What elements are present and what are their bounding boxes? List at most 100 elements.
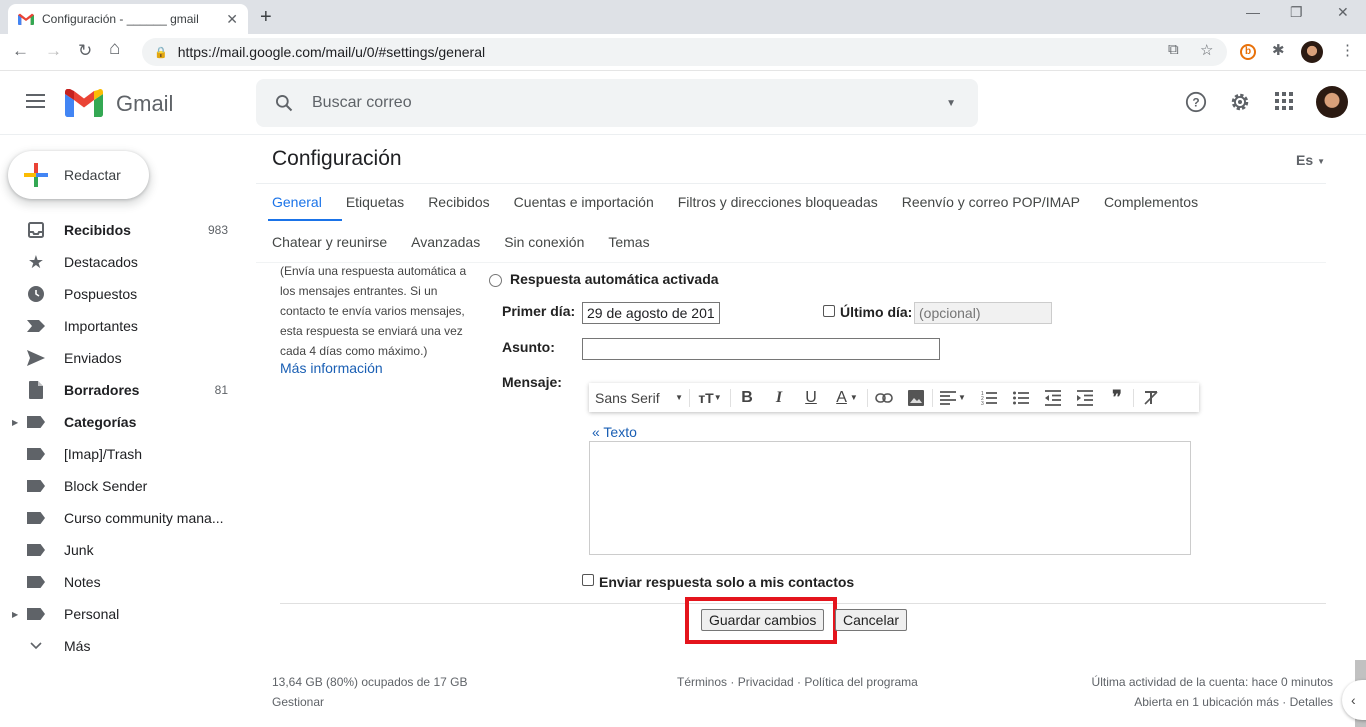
label-icon xyxy=(27,573,45,591)
last-day-checkbox[interactable] xyxy=(823,305,835,317)
language-selector[interactable]: Es ▼ xyxy=(1296,152,1325,168)
browser-menu-icon[interactable]: ⋮ xyxy=(1340,41,1355,59)
help-icon[interactable]: ? xyxy=(1185,91,1207,113)
main-menu-icon[interactable] xyxy=(26,94,45,108)
remove-formatting-icon[interactable] xyxy=(1134,383,1168,412)
sidebar-item-enviados[interactable]: Enviados xyxy=(0,342,256,374)
message-body-editor[interactable] xyxy=(589,441,1191,555)
tab-reenvio[interactable]: Reenvío y correo POP/IMAP xyxy=(902,194,1088,210)
minimize-button-icon[interactable]: — xyxy=(1246,4,1260,20)
search-bar: ▼ xyxy=(256,79,978,127)
terms-link[interactable]: Términos xyxy=(677,675,727,689)
extensions-puzzle-icon[interactable]: ✱ xyxy=(1272,41,1285,59)
bold-icon[interactable]: B xyxy=(731,383,763,412)
search-input[interactable] xyxy=(312,94,947,112)
tab-chatear[interactable]: Chatear y reunirse xyxy=(272,234,395,250)
search-icon[interactable] xyxy=(274,93,294,113)
sidebar-nav: Recibidos 983 ★ Destacados Pospuestos Im… xyxy=(0,214,256,662)
expand-arrow-icon[interactable]: ▶ xyxy=(12,418,18,427)
autoreply-on-radio[interactable] xyxy=(489,274,502,287)
details-link[interactable]: Detalles xyxy=(1290,695,1333,709)
cancel-button[interactable]: Cancelar xyxy=(835,609,908,631)
tab-sin-conexion[interactable]: Sin conexión xyxy=(504,234,592,250)
reload-icon[interactable]: ↻ xyxy=(78,41,92,61)
first-day-input[interactable] xyxy=(582,302,720,324)
manage-storage-link[interactable]: Gestionar xyxy=(272,695,324,709)
gmail-favicon-icon xyxy=(18,13,34,25)
label-icon xyxy=(27,445,45,463)
open-external-icon[interactable]: ⧉ xyxy=(1168,41,1179,58)
apps-grid-icon[interactable] xyxy=(1274,91,1294,111)
plain-text-link[interactable]: « Texto xyxy=(592,424,637,440)
compose-button[interactable]: Redactar xyxy=(8,151,149,199)
italic-icon[interactable]: I xyxy=(763,383,795,412)
program-policy-link[interactable]: Política del programa xyxy=(804,675,917,689)
star-icon: ★ xyxy=(27,251,45,272)
address-bar[interactable]: 🔒 https://mail.google.com/mail/u/0/#sett… xyxy=(142,38,1227,66)
bulleted-list-icon[interactable] xyxy=(1005,383,1037,412)
open-locations: Abierta en 1 ubicación más · Detalles xyxy=(1134,695,1333,709)
sidebar-item-label: Pospuestos xyxy=(64,286,138,302)
sidebar-item-importantes[interactable]: Importantes xyxy=(0,310,256,342)
tab-close-icon[interactable]: ✕ xyxy=(226,11,238,28)
tab-cuentas[interactable]: Cuentas e importación xyxy=(514,194,662,210)
search-options-dropdown-icon[interactable]: ▼ xyxy=(946,98,956,109)
sidebar-item-borradores[interactable]: Borradores 81 xyxy=(0,374,256,406)
sidebar-item-categorias[interactable]: ▶ Categorías xyxy=(0,406,256,438)
align-icon[interactable]: ▼ xyxy=(933,383,973,412)
caret-down-icon: ▼ xyxy=(1317,156,1326,166)
tab-recibidos[interactable]: Recibidos xyxy=(428,194,497,210)
underline-icon[interactable]: U xyxy=(795,383,827,412)
expand-arrow-icon[interactable]: ▶ xyxy=(12,610,18,619)
indent-less-icon[interactable] xyxy=(1037,383,1069,412)
tab-etiquetas[interactable]: Etiquetas xyxy=(346,194,412,210)
privacy-link[interactable]: Privacidad xyxy=(738,675,794,689)
tab-avanzadas[interactable]: Avanzadas xyxy=(411,234,488,250)
gmail-wordmark: Gmail xyxy=(116,91,174,116)
quote-icon[interactable]: ❞ xyxy=(1101,383,1133,412)
restore-button-icon[interactable]: ❐ xyxy=(1290,4,1303,21)
sidebar-item-junk[interactable]: Junk xyxy=(0,534,256,566)
sidebar-item-curso-community[interactable]: Curso community mana... xyxy=(0,502,256,534)
sidebar-item-label: Curso community mana... xyxy=(64,510,224,526)
new-tab-button[interactable]: + xyxy=(260,6,272,29)
settings-tabs-row-1: General Etiquetas Recibidos Cuentas e im… xyxy=(272,194,1222,210)
numbered-list-icon[interactable]: 123 xyxy=(973,383,1005,412)
font-family-select[interactable]: Sans Serif ▼ xyxy=(589,383,689,412)
gmail-logo-icon xyxy=(65,89,103,117)
account-avatar[interactable] xyxy=(1316,86,1348,118)
contacts-only-checkbox[interactable] xyxy=(582,574,594,586)
indent-more-icon[interactable] xyxy=(1069,383,1101,412)
bookmark-star-icon[interactable]: ☆ xyxy=(1200,41,1213,59)
tab-filtros[interactable]: Filtros y direcciones bloqueadas xyxy=(678,194,886,210)
sidebar-item-pospuestos[interactable]: Pospuestos xyxy=(0,278,256,310)
browser-profile-avatar[interactable] xyxy=(1301,41,1323,63)
sidebar-item-personal[interactable]: ▶ Personal xyxy=(0,598,256,630)
close-window-icon[interactable]: ✕ xyxy=(1337,4,1349,21)
back-icon[interactable]: ← xyxy=(12,41,29,61)
sidebar-item-imap-trash[interactable]: [Imap]/Trash xyxy=(0,438,256,470)
tab-temas[interactable]: Temas xyxy=(608,234,657,250)
last-day-input[interactable] xyxy=(914,302,1052,324)
extension-b-icon[interactable]: b xyxy=(1240,44,1256,60)
link-icon[interactable] xyxy=(868,383,900,412)
sidebar-item-mas[interactable]: Más xyxy=(0,630,256,662)
tab-general[interactable]: General xyxy=(272,194,330,210)
tab-complementos[interactable]: Complementos xyxy=(1104,194,1206,210)
sidebar-item-recibidos[interactable]: Recibidos 983 xyxy=(0,214,256,246)
language-code: Es xyxy=(1296,152,1314,168)
settings-gear-icon[interactable] xyxy=(1229,91,1251,113)
save-changes-button[interactable]: Guardar cambios xyxy=(701,609,825,631)
subject-input[interactable] xyxy=(582,338,940,360)
forward-icon[interactable]: → xyxy=(45,41,62,61)
browser-tab[interactable]: Configuración - ______ gmail ✕ xyxy=(8,4,248,34)
sidebar-item-notes[interactable]: Notes xyxy=(0,566,256,598)
sidebar-item-destacados[interactable]: ★ Destacados xyxy=(0,246,256,278)
more-info-link[interactable]: Más información xyxy=(280,360,383,376)
insert-image-icon[interactable] xyxy=(900,383,932,412)
font-size-icon[interactable]: тT ▼ xyxy=(690,383,730,412)
sidebar-item-block-sender[interactable]: Block Sender xyxy=(0,470,256,502)
home-icon[interactable]: ⌂ xyxy=(109,38,120,60)
side-panel-toggle-icon[interactable]: ‹ xyxy=(1342,680,1366,720)
text-color-icon[interactable]: A ▼ xyxy=(827,383,867,412)
